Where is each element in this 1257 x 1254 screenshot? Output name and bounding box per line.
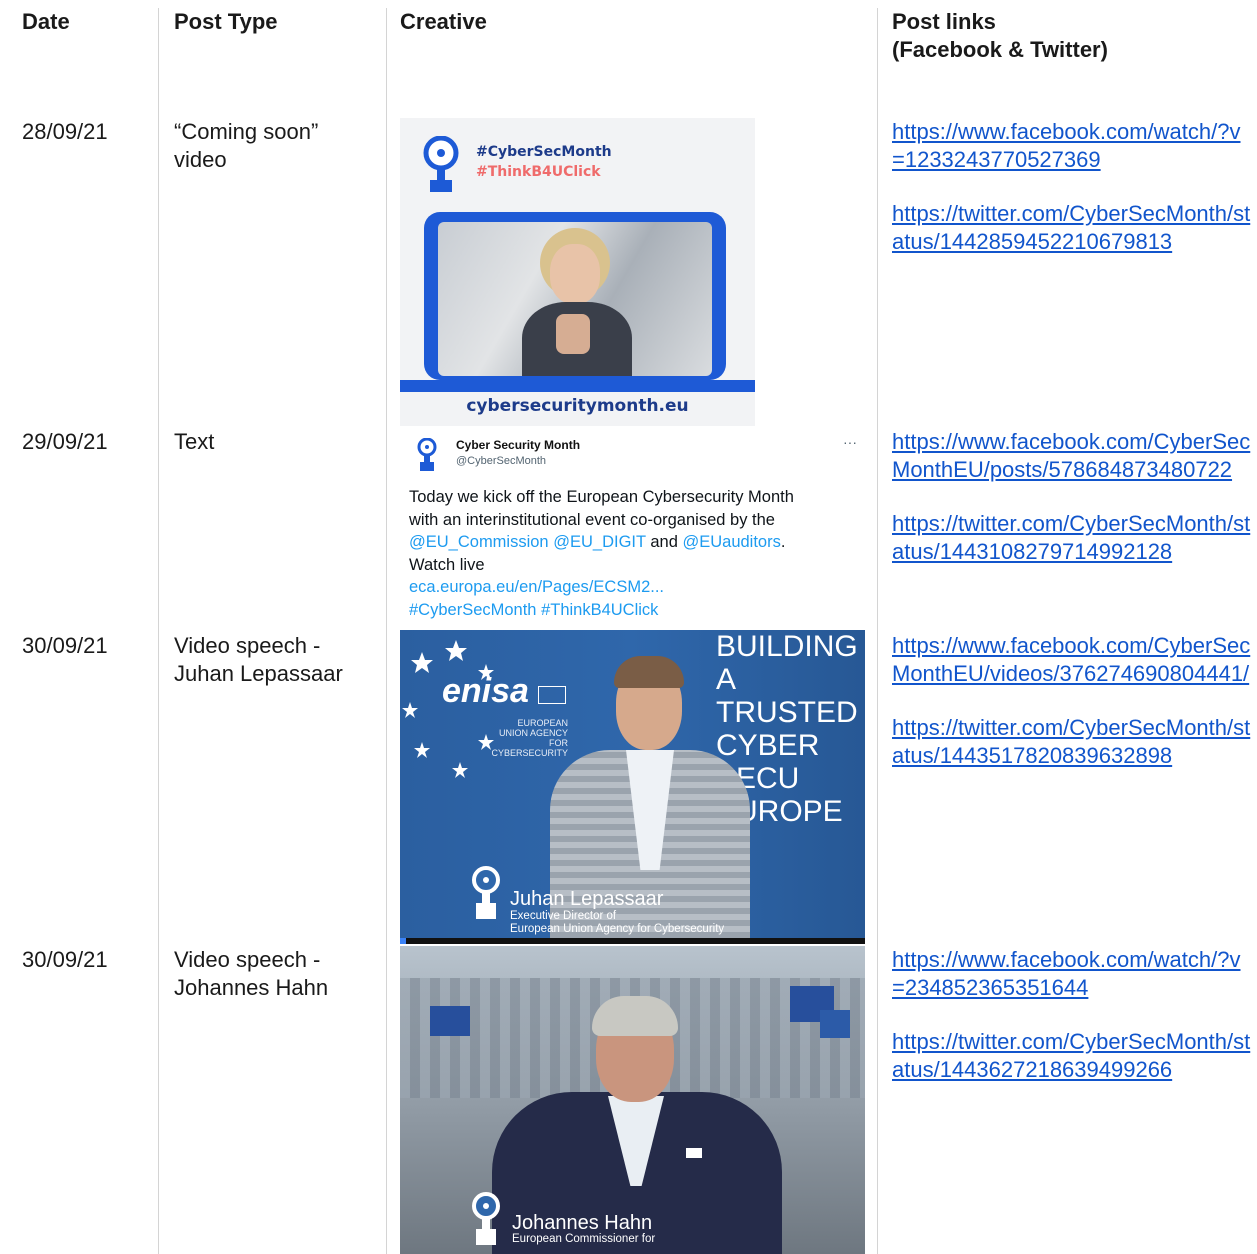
creative-hahn-video[interactable]: Johannes Hahn European Commissioner for [400, 946, 865, 1254]
cyber-security-month-logo-icon [423, 136, 459, 192]
post-links: https://www.facebook.com/CyberSecMonthEU… [892, 428, 1252, 566]
pocket-square [686, 1148, 702, 1158]
row-date: 28/09/21 [22, 119, 108, 144]
row-date: 30/09/21 [22, 947, 108, 972]
header-post-links-line1: Post links [892, 9, 996, 34]
enisa-agency-text: EUROPEAN UNION AGENCY FOR CYBERSECURITY [476, 718, 568, 758]
speaker-hair [614, 656, 684, 688]
tweet-text: . [780, 533, 786, 551]
blue-bar [400, 380, 755, 392]
post-links: https://www.facebook.com/watch/?v=234852… [892, 946, 1252, 1084]
tweet-author-handle: @CyberSecMonth [456, 455, 547, 467]
header-post-type: Post Type [174, 9, 278, 34]
column-divider [158, 8, 159, 1254]
facebook-link[interactable]: https://www.facebook.com/watch/?v=234852… [892, 946, 1252, 1002]
header-post-links: Post links (Facebook & Twitter) [892, 8, 1108, 64]
twitter-link[interactable]: https://twitter.com/CyberSecMonth/status… [892, 714, 1252, 770]
campaign-url: cybersecuritymonth.eu [466, 396, 689, 416]
tweet-body: Today we kick off the European Cybersecu… [409, 486, 859, 621]
caption-speaker-role: European Commissioner for [512, 1233, 656, 1245]
tweet-mention[interactable]: @EU_DIGIT [553, 533, 646, 551]
header-creative: Creative [400, 9, 487, 34]
tweet-mention[interactable]: @EU_Commission [409, 533, 549, 551]
tweet-text-line: Today we kick off the European Cybersecu… [409, 488, 794, 506]
person-face [550, 244, 600, 304]
tweet-text-line: with an interinstitutional event co-orga… [409, 510, 775, 529]
row-post-type: Video speech - Juhan Lepassaar [174, 632, 343, 688]
twitter-link[interactable]: https://twitter.com/CyberSecMonth/status… [892, 510, 1252, 566]
caption-role-line: Executive Director of [510, 910, 617, 922]
tweet-hashtags[interactable]: #CyberSecMonth #ThinkB4UClick [409, 599, 859, 622]
cyber-security-month-avatar-icon [417, 438, 437, 471]
tweet-text: and [650, 533, 678, 551]
agency-line: UNION AGENCY [498, 728, 568, 738]
cyber-security-month-logo-icon [472, 1192, 500, 1245]
row-post-type: Video speech - Johannes Hahn [174, 946, 328, 1002]
facebook-link[interactable]: https://www.facebook.com/CyberSecMonthEU… [892, 428, 1252, 484]
caption-speaker-name: Juhan Lepassaar [510, 888, 664, 910]
enisa-logo: enisa [442, 672, 529, 710]
slogan-line: BUILDING [716, 630, 858, 663]
post-type-line: Johannes Hahn [174, 975, 329, 1000]
agency-line: EUROPEAN [517, 718, 568, 728]
caption-speaker-role: Executive Director of European Union Age… [510, 910, 724, 936]
post-type-line: Video speech - [174, 947, 321, 972]
tweet-author-name: Cyber Security Month [456, 438, 581, 452]
caption-speaker-name: Johannes Hahn [512, 1212, 653, 1234]
hashtag-block: #CyberSecMonth #ThinkB4UClick [476, 142, 612, 182]
post-links: https://www.facebook.com/watch/?v=123324… [892, 118, 1252, 256]
video-progress-fill [400, 938, 406, 944]
header-post-links-line2: (Facebook & Twitter) [892, 37, 1108, 62]
facebook-link[interactable]: https://www.facebook.com/CyberSecMonthEU… [892, 632, 1252, 688]
post-type-line: “Coming soon” [174, 119, 319, 144]
creative-coming-soon-video[interactable]: #CyberSecMonth #ThinkB4UClick cybersecur… [400, 118, 755, 426]
header-date: Date [22, 9, 70, 34]
agency-line: FOR CYBERSECURITY [491, 738, 568, 758]
tweet-text-line: Watch live [409, 555, 485, 574]
caption-role-line: European Union Agency for Cybersecurity [510, 923, 725, 935]
tablet-frame [424, 212, 726, 380]
tweet-text-line: @EU_Commission @EU_DIGIT and @EUauditors… [409, 531, 859, 554]
video-progress-bar[interactable] [400, 938, 865, 944]
twitter-link[interactable]: https://twitter.com/CyberSecMonth/status… [892, 200, 1252, 256]
cyber-security-month-logo-icon [472, 866, 500, 919]
column-divider [877, 8, 878, 1254]
eu-flag-icon [538, 686, 566, 704]
twitter-link[interactable]: https://twitter.com/CyberSecMonth/status… [892, 1028, 1252, 1084]
post-type-line: video [174, 147, 227, 172]
post-type-line: Video speech - [174, 633, 321, 658]
more-options-icon[interactable]: ··· [843, 434, 857, 450]
row-post-type: Text [174, 429, 215, 454]
row-date: 30/09/21 [22, 633, 108, 658]
person-hand-phone [556, 314, 590, 354]
tweet-link[interactable]: eca.europa.eu/en/Pages/ECSM2... [409, 576, 859, 599]
facebook-link[interactable]: https://www.facebook.com/watch/?v=123324… [892, 118, 1252, 174]
eu-flag-icon [430, 1006, 470, 1036]
video-still [438, 222, 712, 376]
row-post-type: “Coming soon” video [174, 118, 318, 174]
column-divider [386, 8, 387, 1254]
row-date: 29/09/21 [22, 429, 108, 454]
hashtag: #CyberSecMonth [476, 144, 612, 160]
post-links: https://www.facebook.com/CyberSecMonthEU… [892, 632, 1252, 770]
creative-tweet[interactable]: Cyber Security Month @CyberSecMonth ··· … [400, 430, 865, 624]
speaker-hair [592, 996, 678, 1036]
eu-flag-icon [820, 1010, 850, 1038]
hashtag: #ThinkB4UClick [476, 164, 601, 180]
post-type-line: Juhan Lepassaar [174, 661, 343, 686]
creative-enisa-video[interactable]: enisa EUROPEAN UNION AGENCY FOR CYBERSEC… [400, 630, 865, 944]
tweet-mention[interactable]: @EUauditors [682, 533, 780, 551]
slogan-line: A TRUSTED [716, 663, 858, 729]
